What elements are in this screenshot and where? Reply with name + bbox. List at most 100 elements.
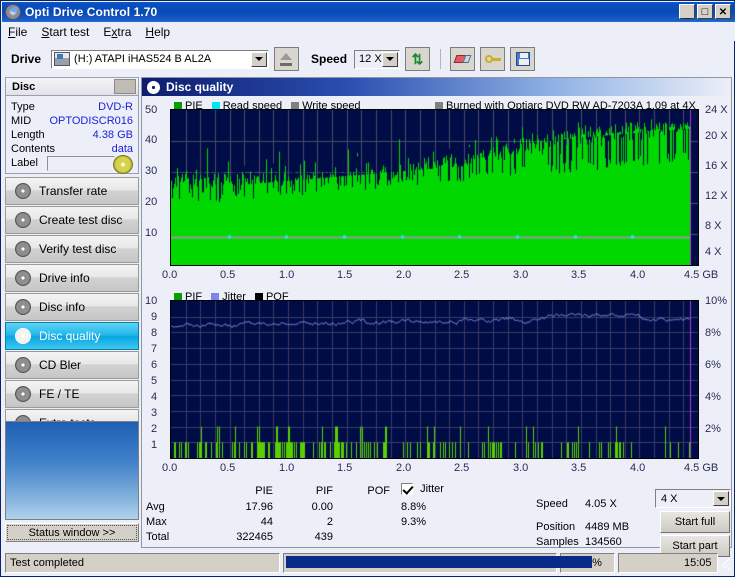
disc-icon — [15, 299, 31, 315]
menu-bar: FFileile Start test Extra Help — [2, 22, 735, 41]
menu-item-help[interactable]: Help — [145, 25, 170, 39]
save-button[interactable] — [510, 47, 536, 71]
menu-item-start-test[interactable]: Start test — [41, 25, 89, 39]
pif-y-tick-1: 1 — [151, 439, 158, 451]
sidebar-item-fe-te[interactable]: FE / TE — [5, 380, 139, 408]
content-panel: Disc quality PIE Read speed Write speed … — [141, 77, 732, 557]
jitter-checkbox[interactable] — [401, 483, 413, 496]
minimize-button[interactable]: _ — [679, 4, 695, 20]
pie-x-tick-1: 0.5 — [220, 269, 236, 281]
speed-y-tick-16x: 16 X — [705, 160, 728, 172]
resize-grip-icon[interactable] — [721, 557, 732, 570]
pif-x-tick-3: 1.5 — [337, 462, 353, 474]
sidebar-item-label: Disc info — [39, 300, 86, 314]
pif-y-tick-4: 4 — [151, 391, 158, 403]
sidebar-item-label: CD Bler — [39, 358, 82, 372]
toolbar: Drive (H:) ATAPI iHAS524 B AL2A Speed 12… — [2, 43, 735, 75]
test-speed-value: 4 X — [661, 492, 678, 505]
sidebar-item-cd-bler[interactable]: CD Bler — [5, 351, 139, 379]
chevron-down-icon[interactable] — [251, 51, 268, 67]
eject-button[interactable] — [274, 47, 300, 71]
pif-x-tick-5: 2.5 — [454, 462, 470, 474]
pif-jitter-chart-plot[interactable] — [170, 300, 699, 459]
speed-y-tick-4x: 4 X — [705, 246, 722, 258]
menu-item-extra[interactable]: Extra — [103, 25, 131, 39]
status-bar: Test completed 100.0% 15:05 — [5, 553, 732, 573]
pif-y-tick-8: 8 — [151, 327, 158, 339]
speed-select[interactable]: 12 X — [354, 49, 401, 69]
chevron-down-icon[interactable] — [382, 51, 399, 67]
save-icon — [515, 52, 530, 66]
stats-col-pif: PIF — [315, 485, 333, 497]
jitter-y-tick-6: 6% — [705, 359, 721, 371]
sidebar-item-transfer-rate[interactable]: Transfer rate — [5, 177, 139, 205]
pif-y-tick-5: 5 — [151, 375, 158, 387]
eraser-icon — [455, 52, 471, 66]
pie-y-tick-10: 10 — [145, 227, 158, 239]
title-bar: Opti Drive Control 1.70 _ □ ✕ — [2, 2, 735, 22]
disc-panel-collapse-button[interactable] — [114, 79, 136, 94]
pie-y-tick-50: 50 — [145, 104, 158, 116]
sidebar-item-drive-info[interactable]: Drive info — [5, 264, 139, 292]
disc-label-input[interactable] — [47, 156, 115, 171]
status-window-button[interactable]: Status window >> — [5, 523, 139, 542]
disc-row-length: Length 4.38 GB — [11, 129, 135, 143]
sidebar-item-disc-info[interactable]: Disc info — [5, 293, 139, 321]
drive-icon — [54, 52, 71, 66]
sidebar-item-label: FE / TE — [39, 387, 80, 401]
speed-y-tick-24x: 24 X — [705, 104, 728, 116]
pie-y-tick-40: 40 — [145, 134, 158, 146]
close-icon: ✕ — [718, 6, 728, 18]
stats-col-jitter: Jitter — [420, 483, 444, 495]
pie-chart-plot[interactable] — [170, 109, 699, 266]
speed-y-tick-8x: 8 X — [705, 220, 722, 232]
pie-x-tick-8: 4.0 — [630, 269, 646, 281]
pif-y-tick-6: 6 — [151, 359, 158, 371]
erase-button[interactable] — [450, 47, 476, 71]
maximize-icon: □ — [701, 6, 709, 18]
refresh-icon: ⇅ — [411, 50, 424, 67]
disc-contents-value: data — [111, 143, 133, 155]
key-button[interactable] — [480, 47, 506, 71]
sidebar-item-create-test-disc[interactable]: Create test disc — [5, 206, 139, 234]
disc-refresh-icon[interactable] — [113, 155, 133, 174]
pif-x-tick-1: 0.5 — [220, 462, 236, 474]
sidebar-item-label: Verify test disc — [39, 242, 117, 256]
sidebar: Disc Type DVD-R MID OPTODISCR016 Length … — [5, 77, 139, 548]
jitter-y-tick-4: 4% — [705, 391, 721, 403]
result-speed-label: Speed — [536, 498, 568, 510]
minimize-icon: _ — [683, 8, 691, 20]
disc-icon — [15, 328, 31, 344]
test-speed-select[interactable]: 4 X — [655, 489, 731, 508]
window-controls: _ □ ✕ — [679, 4, 731, 20]
pie-x-tick-3: 1.5 — [337, 269, 353, 281]
jitter-checkbox-group[interactable]: Jitter — [401, 483, 444, 496]
content-header: Disc quality — [142, 78, 731, 96]
app-window: Opti Drive Control 1.70 _ □ ✕ FFileile S… — [0, 0, 735, 577]
result-position-label: Position — [536, 521, 576, 533]
stats-col-pof: POF — [367, 485, 390, 497]
stats-avg-pif: 0.00 — [311, 501, 333, 513]
refresh-button[interactable]: ⇅ — [405, 47, 431, 71]
chevron-down-icon[interactable] — [713, 491, 729, 506]
status-message: Test completed — [5, 553, 280, 573]
maximize-button[interactable]: □ — [697, 4, 713, 19]
stats-max-pif: 2 — [326, 516, 333, 528]
start-full-button[interactable]: Start full — [660, 511, 730, 533]
progress-bar — [282, 553, 592, 573]
status-preview-pane — [5, 421, 139, 520]
window-title: Opti Drive Control 1.70 — [25, 5, 158, 19]
result-speed-value: 4.05 X — [585, 498, 617, 510]
pif-x-tick-6: 3.0 — [513, 462, 529, 474]
sidebar-item-disc-quality[interactable]: Disc quality — [5, 322, 139, 350]
close-button[interactable]: ✕ — [715, 4, 731, 19]
sidebar-item-verify-test-disc[interactable]: Verify test disc — [5, 235, 139, 263]
stats-total-pif: 439 — [314, 531, 333, 543]
disc-mid-value: OPTODISCR016 — [49, 115, 133, 127]
stats-avg-pie: 17.96 — [245, 501, 273, 513]
disc-contents-label: Contents — [11, 143, 56, 155]
drive-select[interactable]: (H:) ATAPI iHAS524 B AL2A — [51, 49, 270, 69]
speed-label: Speed — [311, 52, 348, 66]
menu-item-file[interactable]: FFileile — [8, 25, 27, 39]
progress-fill — [285, 556, 592, 568]
